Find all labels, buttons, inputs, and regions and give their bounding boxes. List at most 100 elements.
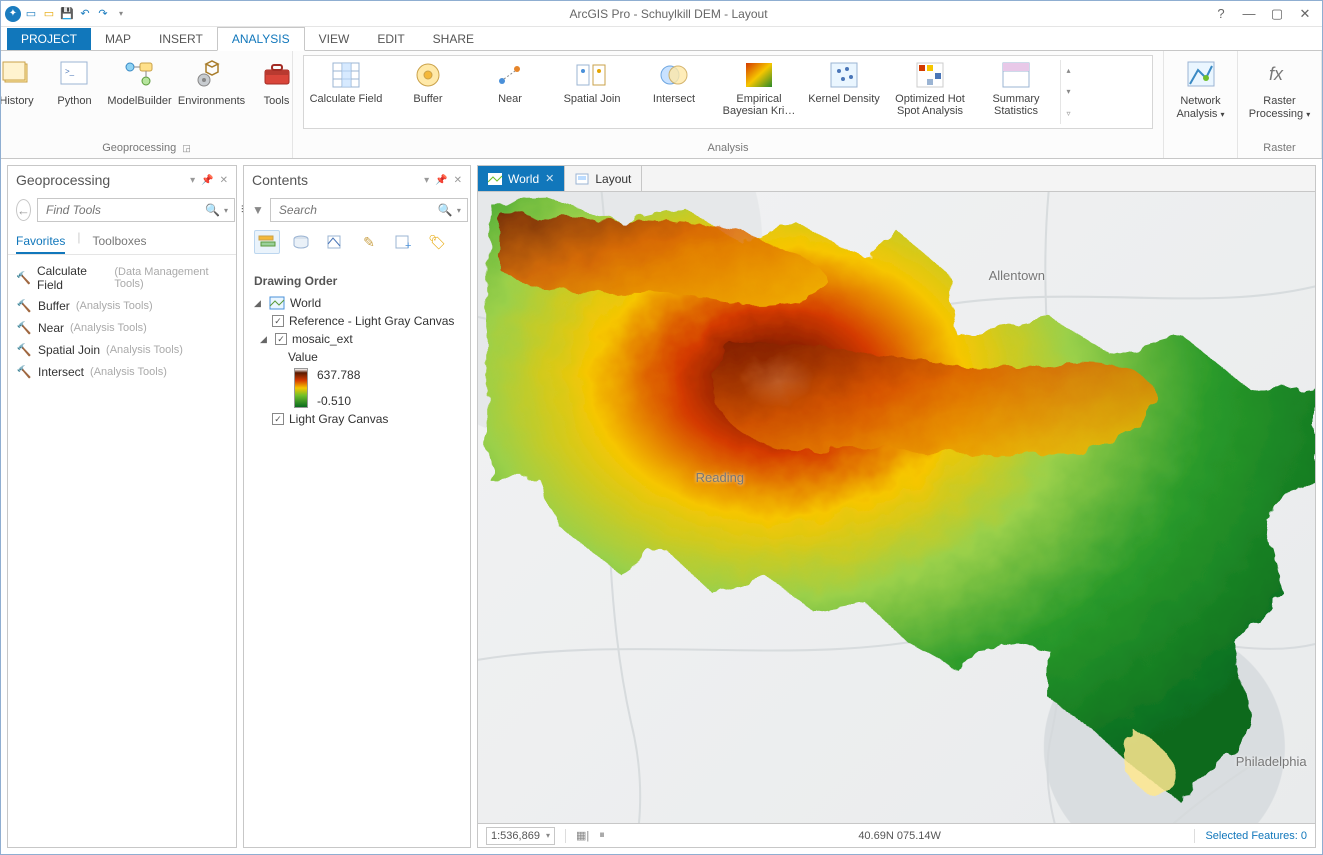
geoprocessing-search-input[interactable] bbox=[44, 202, 205, 218]
list-by-editing-icon[interactable]: ✎ bbox=[356, 230, 382, 254]
toc-map-name: World bbox=[290, 296, 321, 310]
help-button[interactable]: ? bbox=[1214, 6, 1228, 22]
kernel-density-icon bbox=[827, 60, 861, 90]
toc-layer-mosaic[interactable]: ◢ ✓ mosaic_ext bbox=[254, 330, 460, 348]
favorite-tool[interactable]: 🔨Buffer (Analysis Tools) bbox=[12, 295, 232, 317]
gallery-down-icon[interactable]: ▾ bbox=[1061, 81, 1076, 102]
list-by-snapping-icon[interactable]: + bbox=[390, 230, 416, 254]
tab-view[interactable]: VIEW bbox=[305, 28, 364, 50]
layer-visibility-checkbox[interactable]: ✓ bbox=[272, 413, 284, 425]
qat-customize-icon[interactable]: ▾ bbox=[113, 6, 129, 22]
calculate-field-icon bbox=[329, 60, 363, 90]
status-selection-tool-icon[interactable]: ▦| bbox=[576, 829, 589, 842]
gallery-spatial-join[interactable]: Spatial Join bbox=[554, 60, 630, 105]
geoprocessing-search[interactable]: 🔍 ▾ bbox=[37, 198, 235, 222]
favorite-tool[interactable]: 🔨Spatial Join (Analysis Tools) bbox=[12, 339, 232, 361]
expand-icon[interactable]: ◢ bbox=[260, 334, 270, 345]
expand-icon[interactable]: ◢ bbox=[254, 298, 264, 309]
ribbon-group-label-raster: Raster bbox=[1263, 142, 1295, 154]
gallery-more-icon[interactable]: ▿ bbox=[1061, 103, 1076, 124]
gallery-kernel-density[interactable]: Kernel Density bbox=[806, 60, 882, 105]
pane-close-icon[interactable]: ✕ bbox=[454, 175, 462, 186]
maximize-button[interactable]: ▢ bbox=[1270, 6, 1284, 22]
tool-icon: 🔨 bbox=[16, 364, 32, 380]
view-tab-layout[interactable]: Layout bbox=[565, 166, 642, 191]
back-button[interactable]: ← bbox=[16, 199, 31, 221]
contents-search-input[interactable] bbox=[277, 202, 438, 218]
status-pause-icon[interactable]: ⏸ bbox=[599, 829, 605, 842]
list-by-source-icon[interactable] bbox=[288, 230, 314, 254]
toc-layer-reference[interactable]: ✓ Reference - Light Gray Canvas bbox=[254, 312, 460, 330]
ribbon-raster-processing-button[interactable]: fxRaster Processing ▾ bbox=[1249, 55, 1311, 121]
gallery-scroll[interactable]: ▴▾▿ bbox=[1060, 60, 1076, 124]
gallery-up-icon[interactable]: ▴ bbox=[1061, 60, 1076, 81]
gallery-optimized-hotspot[interactable]: Optimized Hot Spot Analysis bbox=[888, 60, 972, 117]
contents-search[interactable]: 🔍 ▾ bbox=[270, 198, 468, 222]
ribbon-group-label-analysis: Analysis bbox=[708, 142, 749, 154]
contents-pane: Contents ▾ 📌 ✕ ▼ 🔍 ▾ ✎ + 🏷 bbox=[243, 165, 471, 848]
favorite-tool[interactable]: 🔨Intersect (Analysis Tools) bbox=[12, 361, 232, 383]
pane-pin-icon[interactable]: 📌 bbox=[435, 175, 447, 186]
ribbon-environments-button[interactable]: Environments bbox=[181, 55, 243, 121]
favorite-tool[interactable]: 🔨Calculate Field (Data Management Tools) bbox=[12, 261, 232, 295]
near-icon bbox=[493, 60, 527, 90]
qat-redo-icon[interactable]: ↷ bbox=[95, 6, 111, 22]
list-by-selection-icon[interactable] bbox=[322, 230, 348, 254]
list-by-drawing-order-icon[interactable] bbox=[254, 230, 280, 254]
toc-map-frame[interactable]: ◢ World bbox=[254, 294, 460, 312]
gallery-calculate-field[interactable]: Calculate Field bbox=[308, 60, 384, 105]
qat-new-icon[interactable]: ▭ bbox=[23, 6, 39, 22]
layer-visibility-checkbox[interactable]: ✓ bbox=[272, 315, 284, 327]
tab-share[interactable]: SHARE bbox=[419, 28, 488, 50]
group-launcher-icon[interactable]: ◲ bbox=[182, 143, 191, 154]
pane-close-icon[interactable]: ✕ bbox=[220, 175, 228, 186]
tool-icon: 🔨 bbox=[16, 320, 32, 336]
map-scale-value: 1:536,869 bbox=[491, 830, 540, 842]
map-view[interactable]: Allentown Reading Philadelphia bbox=[478, 192, 1315, 823]
layer-visibility-checkbox[interactable]: ✓ bbox=[275, 333, 287, 345]
ribbon-network-analysis-button[interactable]: Network Analysis ▾ bbox=[1170, 55, 1232, 121]
gallery-ebk[interactable]: Empirical Bayesian Kri… bbox=[718, 60, 800, 117]
buffer-icon bbox=[411, 60, 445, 90]
ribbon-modelbuilder-button[interactable]: ModelBuilder bbox=[109, 55, 171, 121]
toc-layer-basemap[interactable]: ✓ Light Gray Canvas bbox=[254, 410, 460, 428]
tab-map[interactable]: MAP bbox=[91, 28, 145, 50]
scale-dropdown-icon[interactable]: ▾ bbox=[546, 831, 550, 840]
gallery-near[interactable]: Near bbox=[472, 60, 548, 105]
gp-tab-favorites[interactable]: Favorites bbox=[16, 230, 65, 254]
close-button[interactable]: ✕ bbox=[1298, 6, 1312, 22]
qat-undo-icon[interactable]: ↶ bbox=[77, 6, 93, 22]
gallery-buffer[interactable]: Buffer bbox=[390, 60, 466, 105]
list-by-labeling-icon[interactable]: 🏷 bbox=[424, 230, 450, 254]
search-dropdown-icon[interactable]: ▾ bbox=[224, 206, 228, 215]
pane-pin-icon[interactable]: 📌 bbox=[201, 175, 213, 186]
qat-open-icon[interactable]: ▭ bbox=[41, 6, 57, 22]
ribbon-python-button[interactable]: >_ Python bbox=[51, 55, 99, 121]
tab-project[interactable]: PROJECT bbox=[7, 28, 91, 50]
tab-close-icon[interactable]: ✕ bbox=[545, 172, 554, 185]
map-tab-icon bbox=[488, 173, 502, 185]
gallery-intersect[interactable]: Intersect bbox=[636, 60, 712, 105]
map-scale-control[interactable]: 1:536,869 ▾ bbox=[486, 827, 555, 845]
search-icon[interactable]: 🔍 bbox=[205, 203, 220, 217]
view-tab-world[interactable]: World ✕ bbox=[478, 166, 565, 191]
layout-tab-icon bbox=[575, 173, 589, 185]
pane-dropdown-icon[interactable]: ▾ bbox=[424, 175, 429, 186]
toolbox-icon bbox=[260, 57, 294, 91]
gallery-summary-stats[interactable]: Summary Statistics bbox=[978, 60, 1054, 117]
pane-dropdown-icon[interactable]: ▾ bbox=[190, 175, 195, 186]
tab-edit[interactable]: EDIT bbox=[363, 28, 418, 50]
search-dropdown-icon[interactable]: ▾ bbox=[457, 206, 461, 215]
gp-tab-toolboxes[interactable]: Toolboxes bbox=[92, 230, 146, 254]
analysis-tool-gallery: Calculate Field Buffer Near Spatial Join… bbox=[303, 55, 1153, 129]
favorite-tool[interactable]: 🔨Near (Analysis Tools) bbox=[12, 317, 232, 339]
qat-save-icon[interactable]: 💾 bbox=[59, 6, 75, 22]
tab-insert[interactable]: INSERT bbox=[145, 28, 217, 50]
toc-color-ramp: 637.788 -0.510 bbox=[254, 366, 460, 410]
tab-analysis[interactable]: ANALYSIS bbox=[217, 27, 305, 51]
filter-icon[interactable]: ▼ bbox=[252, 203, 264, 217]
ramp-min: -0.510 bbox=[317, 394, 360, 408]
ribbon-history-button[interactable]: History bbox=[0, 55, 41, 121]
minimize-button[interactable]: — bbox=[1242, 6, 1256, 22]
search-icon[interactable]: 🔍 bbox=[438, 203, 453, 217]
